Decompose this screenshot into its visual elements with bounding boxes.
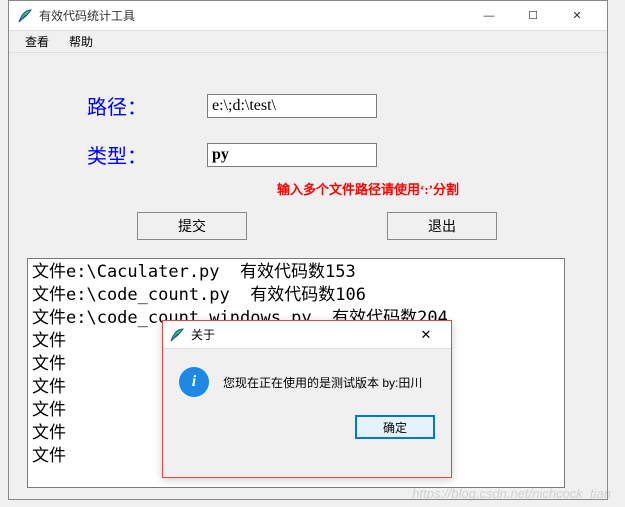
dialog-message: 您现在正在使用的是测试版本 by:田川 [223, 374, 422, 391]
menu-help[interactable]: 帮助 [59, 31, 103, 52]
info-icon: i [179, 367, 209, 397]
minimize-button[interactable]: — [467, 2, 511, 30]
dialog-title: 关于 [191, 326, 407, 343]
type-input[interactable] [207, 143, 377, 167]
path-label: 路径： [27, 91, 207, 120]
menubar: 查看 帮助 [9, 31, 607, 53]
maximize-button[interactable]: ☐ [511, 2, 555, 30]
dialog-ok-button[interactable]: 确定 [355, 415, 435, 439]
dialog-feather-icon [169, 327, 185, 343]
type-label: 类型： [27, 140, 207, 169]
dialog-close-button[interactable]: ✕ [407, 322, 445, 348]
hint-text: 输入多个文件路径请使用‘:’分割 [277, 179, 589, 198]
dialog-footer: 确定 [163, 405, 451, 451]
button-row: 提交 退出 [27, 212, 589, 240]
app-feather-icon [17, 8, 33, 24]
path-input[interactable] [207, 94, 377, 118]
about-dialog: 关于 ✕ i 您现在正在使用的是测试版本 by:田川 确定 [162, 320, 452, 478]
type-row: 类型： [27, 140, 589, 169]
exit-button[interactable]: 退出 [387, 212, 497, 240]
window-title: 有效代码统计工具 [39, 7, 467, 24]
titlebar: 有效代码统计工具 — ☐ ✕ [9, 1, 607, 31]
close-button[interactable]: ✕ [555, 2, 599, 30]
path-row: 路径： [27, 91, 589, 120]
dialog-titlebar: 关于 ✕ [163, 321, 451, 349]
menu-view[interactable]: 查看 [15, 31, 59, 52]
submit-button[interactable]: 提交 [137, 212, 247, 240]
dialog-body: i 您现在正在使用的是测试版本 by:田川 [163, 349, 451, 405]
window-controls: — ☐ ✕ [467, 2, 599, 30]
